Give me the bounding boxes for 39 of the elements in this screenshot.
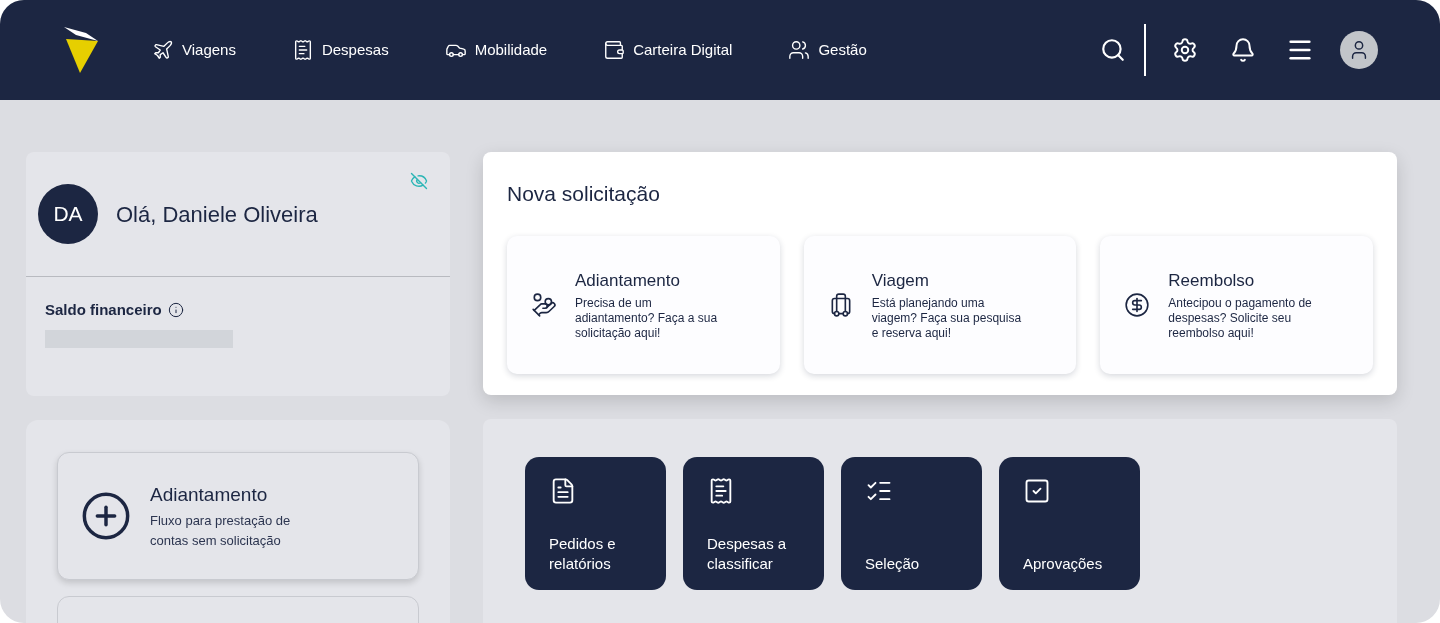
wallet-icon: [603, 39, 626, 61]
option-title: Reembolso: [1168, 270, 1256, 293]
settings-icon: [1172, 37, 1198, 63]
option-title: Adiantamento: [575, 270, 681, 293]
request-option[interactable]: Reembolso Antecipou o pagamento de despesas? Solicite seu reembolso aqui!: [1100, 235, 1373, 374]
bell-icon: [1230, 37, 1256, 63]
balance-label: Saldo financeiro: [45, 300, 162, 320]
request-option[interactable]: Adiantamento Precisa de um adiantamento? Faça a sua solicitação aqui!: [507, 235, 780, 374]
request-option[interactable]: Viagem Está planejando uma viagem? Faça sua pesquisa e reserva aqui!: [803, 235, 1077, 374]
eye-off-icon: [410, 172, 428, 190]
card-title: Adiantamento: [150, 482, 269, 507]
greeting: Olá, Daniele Oliveira: [116, 200, 318, 229]
dollar-icon: [1124, 291, 1151, 318]
avatar-button[interactable]: [1340, 31, 1378, 69]
option-description: Precisa de um adiantamento? Faça a sua solicitação aqui!: [575, 295, 719, 341]
shortcut-tile[interactable]: Pedidos e relatórios: [525, 457, 666, 590]
shortcut-tile[interactable]: Aprovações: [999, 457, 1140, 590]
logo-icon: [64, 27, 98, 73]
user-initials: DA: [38, 184, 98, 244]
shortcut-tile[interactable]: Seleção: [841, 457, 982, 590]
people-icon: [788, 39, 811, 61]
nav-link[interactable]: Carteira Digital: [603, 38, 733, 62]
checkbox-icon: [1023, 477, 1051, 505]
plane-icon: [152, 39, 174, 61]
nav-link[interactable]: Gestão: [788, 38, 867, 62]
info-icon: [167, 302, 184, 319]
search-icon: [1100, 37, 1126, 63]
option-description: Está planejando uma viagem? Faça sua pesquisa e reserva aqui!: [871, 295, 1023, 341]
option-title: Viagem: [871, 270, 930, 293]
nav-link[interactable]: Viagens: [152, 38, 236, 62]
panel-title: Nova solicitação: [507, 181, 661, 207]
advance-card[interactable]: Adiantamento Fluxo para prestação de contas sem solicitação: [57, 452, 419, 580]
option-description: Antecipou o pagamento de despesas? Solicite seu reembolso aqui!: [1168, 295, 1313, 341]
nav-link[interactable]: Mobilidade: [444, 38, 548, 62]
nav-link[interactable]: Despesas: [291, 38, 389, 62]
hand-coins-icon: [531, 291, 557, 318]
add-icon: [80, 490, 132, 542]
shortcut-tile[interactable]: Despesas a classificar: [683, 457, 824, 590]
card-description: Fluxo para prestação de contas sem solicitação: [150, 512, 292, 551]
